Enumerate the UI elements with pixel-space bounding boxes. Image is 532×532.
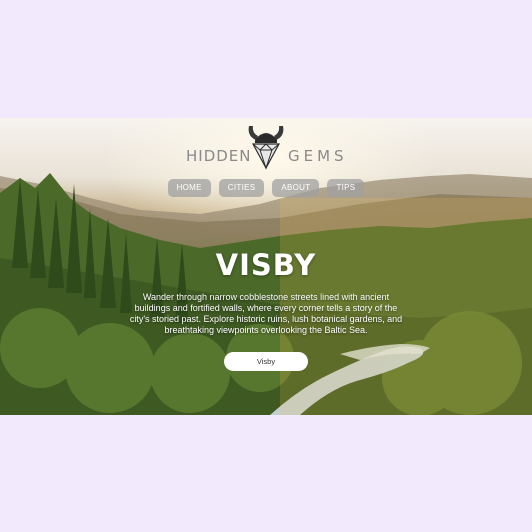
brand-logo[interactable]: HIDDEN GEMS: [186, 120, 346, 172]
nav-home-button[interactable]: HOME: [167, 179, 211, 197]
hero-section: HIDDEN GEMS HOME CITIES ABOUT TIPS VISBY…: [0, 118, 532, 415]
main-navigation: HOME CITIES ABOUT TIPS: [0, 179, 532, 197]
nav-cities-button[interactable]: CITIES: [218, 179, 265, 197]
nav-tips-button[interactable]: TIPS: [327, 179, 365, 197]
viking-helmet-diamond-icon: [248, 126, 284, 170]
visby-button[interactable]: Visby: [224, 352, 308, 371]
nav-about-button[interactable]: ABOUT: [272, 179, 320, 197]
hero-title: VISBY: [215, 248, 317, 282]
hero-description: Wander through narrow cobblestone street…: [129, 292, 403, 335]
logo-text-left: HIDDEN: [186, 147, 252, 165]
logo-text-right: GEMS: [288, 147, 348, 165]
